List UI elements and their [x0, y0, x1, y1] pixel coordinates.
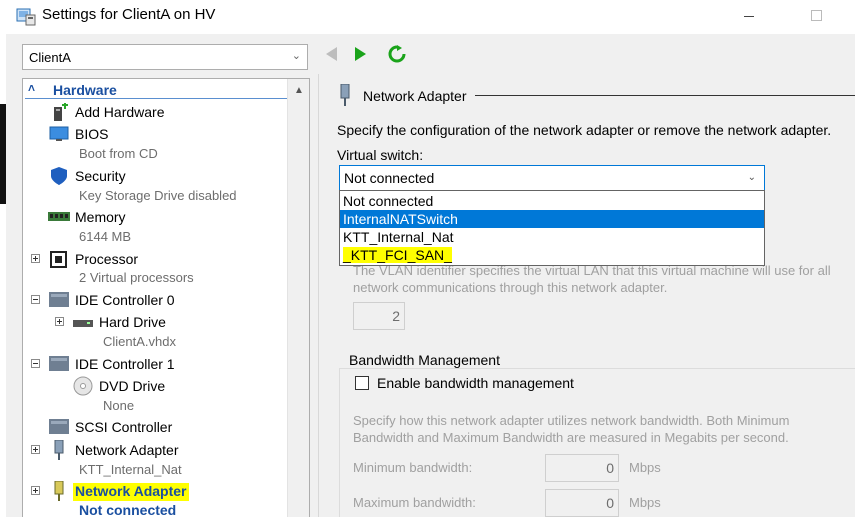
tree-item-security-detail: Key Storage Drive disabled: [79, 188, 237, 203]
maximum-bandwidth-unit: Mbps: [629, 495, 661, 510]
collapse-ide0-icon[interactable]: [31, 295, 40, 304]
tree-item-add-hardware[interactable]: Add Hardware: [75, 104, 165, 122]
hardware-tree: ˄ Hardware Add Hardware BIOS Boot from C…: [22, 78, 310, 517]
memory-icon: [48, 212, 70, 221]
dropdown-option[interactable]: KTT_Internal_Nat: [340, 228, 764, 246]
expand-hard-drive-icon[interactable]: [55, 317, 64, 326]
ide-controller-icon: [49, 356, 69, 371]
window-title: Settings for ClientA on HV: [42, 6, 216, 23]
tree-item-network-adapter-selected-detail: Not connected: [79, 502, 177, 517]
tree-item-bios-detail: Boot from CD: [79, 146, 158, 161]
network-adapter-icon: [54, 481, 64, 501]
virtual-switch-select[interactable]: Not connected ⌄: [339, 165, 765, 191]
tree-item-network-adapter-detail: KTT_Internal_Nat: [79, 462, 182, 477]
virtual-switch-dropdown-list: Not connected InternalNATSwitch KTT_Inte…: [339, 190, 765, 266]
network-adapter-icon: [54, 440, 64, 460]
vlan-description: The VLAN identifier specifies the virtua…: [353, 263, 831, 295]
hardware-section-label: Hardware: [53, 82, 117, 98]
processor-icon: [50, 251, 67, 268]
enable-bandwidth-label[interactable]: Enable bandwidth management: [377, 375, 574, 391]
desktop-strip: [0, 104, 6, 204]
panel-description: Specify the configuration of the network…: [337, 122, 832, 138]
forward-button[interactable]: [355, 47, 366, 61]
virtual-switch-label: Virtual switch:: [337, 147, 424, 163]
group-title: Network Adapter: [363, 88, 467, 104]
tree-item-network-adapter-selected[interactable]: Network Adapter: [73, 483, 189, 501]
hard-drive-icon: [73, 320, 93, 327]
tree-item-memory-detail: 6144 MB: [79, 229, 132, 244]
maximum-bandwidth-input[interactable]: 0: [545, 489, 619, 517]
tree-item-security[interactable]: Security: [75, 168, 126, 186]
tree-item-processor-detail: 2 Virtual processors: [79, 270, 194, 285]
tree-item-bios[interactable]: BIOS: [75, 126, 108, 144]
collapse-ide1-icon[interactable]: [31, 359, 40, 368]
settings-panel: Network Adapter Specify the configuratio…: [318, 74, 855, 517]
tree-item-hard-drive-detail: ClientA.vhdx: [103, 334, 176, 349]
chevron-down-icon: ⌄: [747, 172, 756, 183]
bandwidth-description: Specify how this network adapter utilize…: [353, 413, 790, 445]
tree-item-dvd-drive[interactable]: DVD Drive: [99, 378, 165, 396]
shield-icon: [51, 167, 67, 185]
settings-window-icon: [16, 8, 36, 26]
vm-select-value: ClientA: [29, 50, 71, 65]
dropdown-option-selected[interactable]: InternalNATSwitch: [340, 210, 764, 228]
tree-item-ide-controller-0[interactable]: IDE Controller 0: [75, 292, 175, 310]
tree-item-dvd-drive-detail: None: [103, 398, 135, 413]
vm-select-dropdown[interactable]: ClientA ⌄: [22, 44, 308, 70]
scsi-controller-icon: [49, 419, 69, 434]
tree-item-processor[interactable]: Processor: [75, 251, 138, 269]
virtual-switch-value: Not connected: [344, 170, 435, 186]
title-bar: Settings for ClientA on HV: [0, 0, 855, 34]
enable-bandwidth-checkbox[interactable]: [355, 376, 369, 390]
minimize-button[interactable]: [744, 16, 754, 17]
minimum-bandwidth-label: Minimum bandwidth:: [353, 460, 473, 475]
group-divider: [475, 95, 855, 96]
expand-network-adapter-icon[interactable]: [31, 445, 40, 454]
bandwidth-group-title: Bandwidth Management: [347, 352, 502, 368]
scroll-up-icon[interactable]: ▲: [294, 85, 304, 96]
bios-icon: [49, 126, 69, 141]
ide-controller-icon: [49, 292, 69, 307]
network-adapter-icon: [340, 84, 350, 106]
expand-processor-icon[interactable]: [31, 254, 40, 263]
chevron-down-icon: ⌄: [291, 50, 301, 62]
collapse-section-icon[interactable]: ˄: [28, 81, 35, 95]
refresh-icon[interactable]: [388, 45, 406, 63]
hardware-section-header[interactable]: ˄ Hardware: [25, 81, 287, 99]
add-hardware-icon: [54, 103, 68, 121]
tree-item-network-adapter[interactable]: Network Adapter: [75, 442, 179, 460]
tree-item-ide-controller-1[interactable]: IDE Controller 1: [75, 356, 175, 374]
maximum-bandwidth-label: Maximum bandwidth:: [353, 495, 476, 510]
tree-scrollbar[interactable]: ▲: [287, 79, 309, 517]
minimum-bandwidth-input[interactable]: 0: [545, 454, 619, 482]
tree-item-memory[interactable]: Memory: [75, 209, 126, 227]
tree-item-scsi-controller[interactable]: SCSI Controller: [75, 419, 172, 437]
dropdown-option[interactable]: Not connected: [340, 192, 764, 210]
maximize-button[interactable]: [811, 10, 822, 21]
minimum-bandwidth-unit: Mbps: [629, 460, 661, 475]
vlan-id-input[interactable]: 2: [353, 302, 405, 330]
expand-network-adapter-2-icon[interactable]: [31, 486, 40, 495]
back-button[interactable]: [326, 47, 337, 61]
dropdown-option[interactable]: _KTT_FCI_SAN_: [340, 246, 764, 264]
tree-item-hard-drive[interactable]: Hard Drive: [99, 314, 166, 332]
dvd-drive-icon: [73, 376, 93, 396]
